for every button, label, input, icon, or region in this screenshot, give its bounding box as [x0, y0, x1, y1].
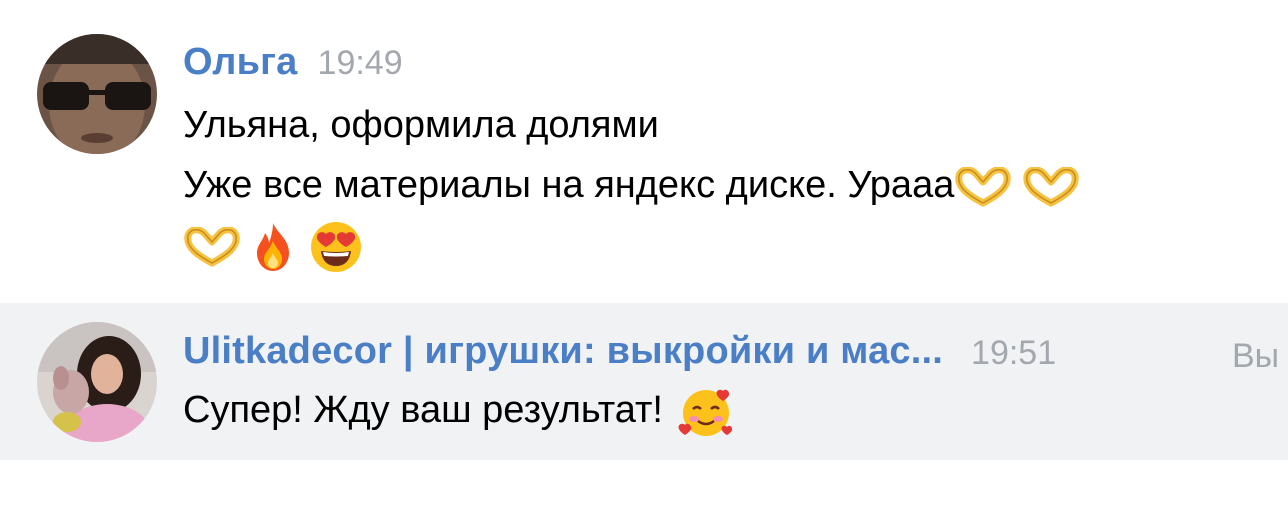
you-label: Вы	[1232, 337, 1280, 375]
fire-icon	[247, 221, 299, 273]
message-header: Ольга 19:49	[183, 41, 403, 84]
heart-hands-icon	[954, 166, 1012, 207]
author-name[interactable]: Ulitkadecor | игрушки: выкройки и мас...	[183, 330, 943, 373]
emoji-line	[183, 220, 363, 274]
smiling-face-with-hearts-icon	[677, 385, 735, 439]
message-text: Супер! Жду ваш результат!	[183, 389, 663, 432]
heart-eyes-icon	[309, 220, 363, 274]
message-item-highlighted: Ulitkadecor | игрушки: выкройки и мас...…	[0, 303, 1288, 460]
message-text: Уже все материалы на яндекс диске. Урааа	[183, 164, 955, 206]
avatar-image	[37, 322, 157, 442]
avatar-image	[37, 34, 157, 154]
message-text-line: Ульяна, оформила долями	[183, 104, 659, 146]
heart-hands-icon	[1022, 166, 1080, 207]
message-item: Ольга 19:49 Ульяна, оформила долями Уже в…	[0, 0, 1288, 300]
message-time: 19:49	[317, 44, 403, 82]
author-name[interactable]: Ольга	[183, 41, 298, 83]
avatar[interactable]	[37, 322, 157, 442]
heart-hands-icon	[183, 227, 241, 267]
message-time: 19:51	[971, 334, 1057, 372]
message-header: Ulitkadecor | игрушки: выкройки и мас...…	[183, 330, 1056, 373]
message-text-line: Уже все материалы на яндекс диске. Урааа	[183, 164, 1080, 207]
message-text-line: Супер! Жду ваш результат!	[183, 385, 735, 439]
avatar[interactable]	[37, 34, 157, 154]
